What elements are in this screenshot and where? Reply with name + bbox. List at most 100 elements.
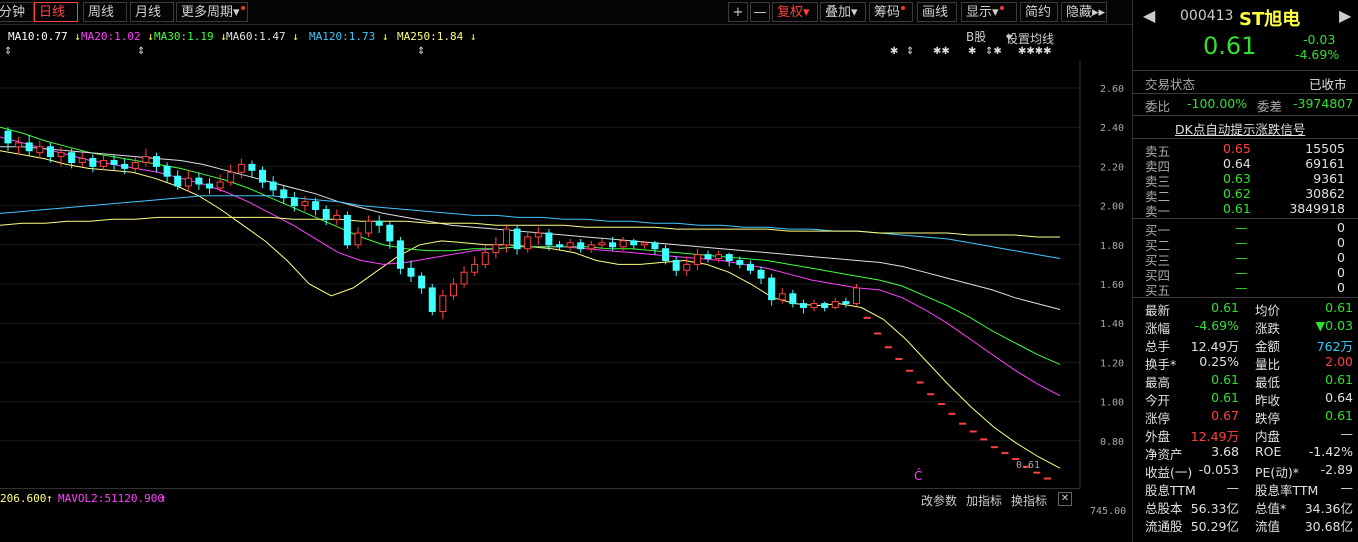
candle[interactable] [969, 430, 977, 433]
candle[interactable] [534, 227, 542, 245]
event-marker[interactable]: ✱ [968, 46, 976, 57]
candle[interactable] [842, 297, 850, 308]
candle[interactable] [821, 301, 829, 312]
candle[interactable] [428, 284, 436, 316]
event-marker[interactable]: ⇕✱ [985, 46, 1002, 57]
candle[interactable] [36, 140, 44, 159]
bid-row[interactable]: 买四 —0 [1133, 265, 1358, 283]
candle[interactable] [874, 332, 882, 335]
candle[interactable] [937, 403, 945, 406]
candle[interactable] [365, 215, 373, 237]
candle[interactable] [449, 278, 457, 300]
candle[interactable] [131, 156, 139, 173]
tab-more-periods[interactable]: 更多周期▾ [176, 2, 248, 22]
bid-row[interactable]: 买二 —0 [1133, 235, 1358, 253]
candle[interactable] [269, 176, 277, 196]
candle[interactable] [407, 260, 415, 283]
zoom-out-button[interactable]: — [750, 2, 770, 22]
close-icon[interactable]: ✕ [1058, 492, 1072, 506]
candle[interactable] [927, 393, 935, 396]
tab-minute[interactable]: 分钟 [0, 2, 34, 22]
candle[interactable] [471, 256, 479, 277]
candle[interactable] [418, 272, 426, 294]
next-stock-icon[interactable]: ▶ [1339, 6, 1351, 25]
event-marker[interactable]: ⇕ [4, 46, 12, 57]
zoom-in-button[interactable]: + [728, 2, 748, 22]
bid-row[interactable]: 买一 —0 [1133, 220, 1358, 238]
candle[interactable] [693, 248, 701, 271]
draw-line-button[interactable]: 画线 [917, 2, 957, 22]
adjust-button[interactable]: 复权▾ [772, 2, 818, 22]
candle[interactable] [524, 231, 532, 253]
ask-row[interactable]: 卖五 0.65 15505 [1133, 141, 1358, 159]
event-marker[interactable]: ✱✱ [933, 46, 950, 57]
tab-weekly[interactable]: 周线 [83, 2, 127, 22]
ask-row[interactable]: 卖四 0.64 69161 [1133, 156, 1358, 174]
candle[interactable] [651, 240, 659, 255]
candle[interactable] [990, 446, 998, 449]
candle[interactable] [1001, 452, 1009, 455]
tab-monthly[interactable]: 月线 [130, 2, 174, 22]
candle[interactable] [895, 357, 903, 360]
candle[interactable] [598, 238, 606, 249]
display-button[interactable]: 显示▾ [961, 2, 1017, 22]
hide-button[interactable]: 隐藏▸▸ [1061, 2, 1107, 22]
candle[interactable] [672, 256, 680, 277]
event-marker[interactable]: ⇕ [906, 46, 914, 57]
candle[interactable] [259, 166, 267, 188]
candle[interactable] [375, 215, 383, 234]
candle[interactable] [980, 438, 988, 441]
candle[interactable] [810, 299, 818, 312]
candle[interactable] [492, 236, 500, 259]
candle[interactable] [948, 412, 956, 415]
candle[interactable] [884, 346, 892, 349]
candle[interactable] [396, 236, 404, 275]
candle[interactable] [916, 381, 924, 384]
ask-row[interactable]: 卖二 0.62 30862 [1133, 186, 1358, 204]
candle[interactable] [863, 316, 871, 319]
candle[interactable] [460, 266, 468, 288]
event-marker[interactable]: ✱✱✱✱ [1018, 46, 1052, 57]
candle[interactable] [142, 148, 150, 167]
simple-button[interactable]: 简约 [1020, 2, 1058, 22]
switch-indicator-button[interactable]: 换指标 [1011, 492, 1047, 509]
candle[interactable] [906, 369, 914, 372]
event-marker[interactable]: ⇕ [417, 46, 425, 57]
candle[interactable] [746, 260, 754, 275]
candle[interactable] [184, 170, 192, 192]
chips-button[interactable]: 筹码 [869, 2, 913, 22]
b-share-label[interactable]: B股 [966, 28, 986, 45]
candle[interactable] [25, 135, 33, 157]
tab-daily[interactable]: 日线 [34, 2, 78, 22]
candle[interactable] [439, 289, 447, 320]
candle[interactable] [704, 250, 712, 263]
candle[interactable] [248, 160, 256, 179]
prev-stock-icon[interactable]: ◀ [1143, 6, 1155, 25]
candle[interactable] [959, 422, 967, 425]
edit-params-button[interactable]: 改参数 [921, 492, 957, 509]
candle[interactable] [152, 152, 160, 173]
candle[interactable] [768, 274, 776, 306]
candle[interactable] [354, 227, 362, 249]
candle[interactable] [566, 238, 574, 251]
candle[interactable] [725, 252, 733, 267]
candle[interactable] [206, 178, 214, 194]
bid-row[interactable]: 买三 —0 [1133, 250, 1358, 268]
candle[interactable] [312, 197, 320, 216]
ask-row[interactable]: 卖三 0.63 9361 [1133, 171, 1358, 189]
candle[interactable] [333, 209, 341, 226]
candle[interactable] [1033, 471, 1041, 474]
bid-row[interactable]: 买五 —0 [1133, 280, 1358, 298]
candle[interactable] [280, 186, 288, 204]
candle[interactable] [630, 238, 638, 249]
candle[interactable] [322, 205, 330, 226]
candle[interactable] [577, 238, 585, 253]
ask-row[interactable]: 卖一 0.61 3849918 [1133, 201, 1358, 219]
event-marker[interactable]: ✱ [890, 46, 898, 57]
candle[interactable] [757, 266, 765, 284]
candle[interactable] [799, 299, 807, 314]
candle[interactable] [78, 152, 86, 167]
overlay-button[interactable]: 叠加▾ [820, 2, 866, 22]
candle[interactable] [502, 225, 510, 253]
candle[interactable] [683, 256, 691, 277]
